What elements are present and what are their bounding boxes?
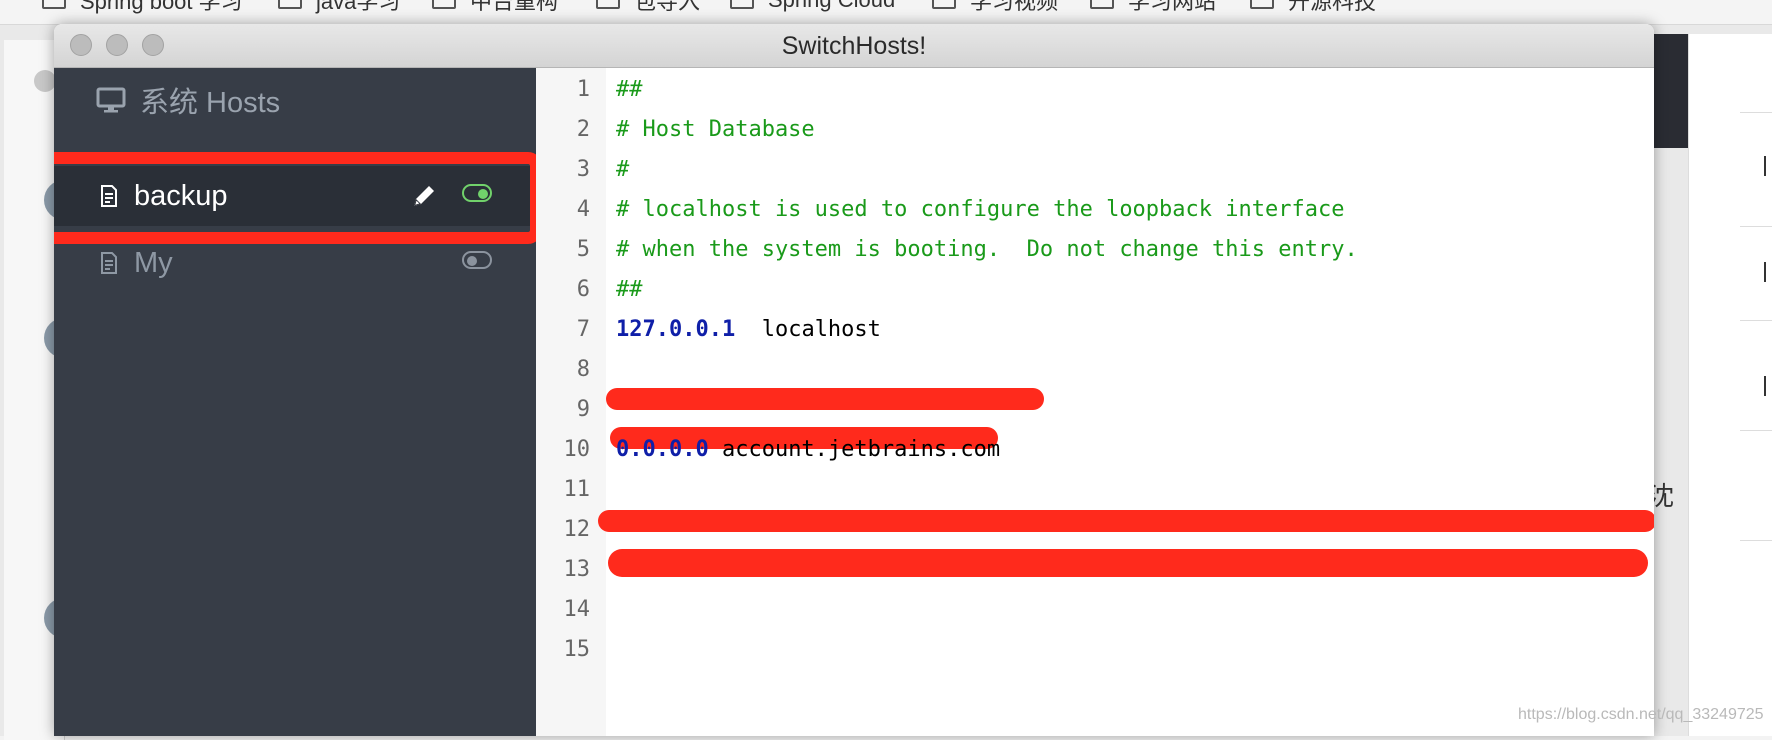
- code-line-host-entry: 0.0.0.0 account.jetbrains.com: [616, 430, 1000, 470]
- ip-address: 127.0.0.1: [616, 317, 736, 342]
- code-line-comment: # localhost is used to configure the loo…: [616, 197, 1345, 222]
- line-number: 9: [576, 397, 590, 422]
- line-number: 1: [576, 77, 590, 102]
- background-mark: [1764, 376, 1772, 396]
- bookmark-folder[interactable]: Spring Cloud: [730, 0, 895, 12]
- divider: [1740, 226, 1772, 227]
- monitor-icon: [96, 87, 126, 113]
- background-mark: [1764, 156, 1772, 176]
- background-right-page: [1688, 34, 1772, 736]
- browser-bookmarks-bar: Spring boot 学习 java学习 中台重构 包导入 Spring Cl…: [0, 0, 1772, 25]
- line-number: 8: [576, 357, 590, 382]
- folder-icon: [1250, 0, 1274, 9]
- divider: [1740, 540, 1772, 541]
- bookmark-folder[interactable]: 学习视频: [932, 0, 1058, 14]
- line-number: 6: [576, 277, 590, 302]
- redaction-mark: [608, 549, 1648, 577]
- title-bar[interactable]: SwitchHosts!: [54, 24, 1654, 68]
- line-number: 14: [563, 597, 591, 622]
- bookmark-label: 中台重构: [470, 0, 559, 14]
- hostname: account.jetbrains.com: [708, 437, 1001, 462]
- bookmark-label: 学习网站: [1128, 0, 1217, 14]
- background-dark-panel: [1650, 34, 1690, 148]
- line-number: 4: [576, 197, 590, 222]
- code-line-comment: ##: [616, 77, 643, 102]
- folder-icon: [432, 0, 456, 9]
- system-hosts-label: 系统 Hosts: [140, 87, 281, 119]
- watermark: https://blog.csdn.net/qq_33249725: [1518, 706, 1764, 723]
- document-icon: [101, 252, 117, 274]
- bookmark-folder[interactable]: 开源科技: [1250, 0, 1376, 14]
- ip-address: 0.0.0.0: [616, 437, 709, 462]
- folder-icon: [730, 0, 754, 9]
- red-highlight-annotation: [54, 152, 542, 244]
- redaction-mark: [606, 388, 1044, 410]
- window-title: SwitchHosts!: [781, 32, 927, 60]
- code-line-comment: # Host Database: [616, 117, 815, 142]
- bookmark-label: java学习: [316, 0, 401, 14]
- folder-icon: [932, 0, 956, 9]
- line-number: 15: [563, 637, 591, 662]
- folder-icon: [596, 0, 620, 9]
- line-number: 5: [576, 237, 590, 262]
- redaction-mark: [598, 510, 1654, 532]
- code-line-host-entry: 127.0.0.1 localhost: [616, 310, 881, 350]
- divider: [1740, 430, 1772, 431]
- folder-icon: [1090, 0, 1114, 9]
- code-line-comment: # when the system is booting. Do not cha…: [616, 237, 1358, 262]
- bookmark-label: 包导入: [634, 0, 701, 14]
- code-line-comment: ##: [616, 277, 643, 302]
- bookmark-folder[interactable]: 包导入: [596, 0, 700, 14]
- bookmark-folder[interactable]: java学习: [278, 0, 400, 14]
- bookmark-label: 学习视频: [970, 0, 1059, 14]
- switchhosts-window: SwitchHosts! 系统 Hosts backup My 1 2 3 4 …: [54, 24, 1654, 736]
- line-number-gutter: 1 2 3 4 5 6 7 8 9 10 11 12 13 14 15: [536, 68, 606, 736]
- divider: [1740, 112, 1772, 113]
- code-line-comment: #: [616, 157, 630, 182]
- line-number: 3: [576, 157, 590, 182]
- host-enable-toggle[interactable]: [462, 251, 492, 269]
- folder-icon: [278, 0, 302, 9]
- bookmark-folder[interactable]: 中台重构: [432, 0, 558, 14]
- bookmark-label: Spring boot 学习: [80, 0, 243, 14]
- bookmark-label: Spring Cloud: [768, 0, 895, 13]
- line-number: 11: [563, 477, 591, 502]
- toggle-knob: [467, 256, 477, 266]
- bookmark-folder[interactable]: Spring boot 学习: [42, 0, 243, 14]
- background-mark: [1764, 262, 1772, 282]
- folder-icon: [42, 0, 66, 9]
- hostname: localhost: [735, 317, 881, 342]
- line-number: 12: [563, 517, 591, 542]
- line-number: 10: [563, 437, 591, 462]
- bookmark-folder[interactable]: 学习网站: [1090, 0, 1216, 14]
- system-hosts-item[interactable]: 系统 Hosts: [96, 78, 280, 122]
- background-window-button: [34, 70, 56, 92]
- line-number: 2: [576, 117, 590, 142]
- line-number: 7: [576, 317, 590, 342]
- line-number: 13: [563, 557, 591, 582]
- hosts-editor[interactable]: 1 2 3 4 5 6 7 8 9 10 11 12 13 14 15 ## #…: [536, 68, 1654, 736]
- hosts-sidebar: 系统 Hosts backup My: [54, 68, 542, 736]
- bookmark-label: 开源科技: [1288, 0, 1377, 14]
- divider: [1740, 320, 1772, 321]
